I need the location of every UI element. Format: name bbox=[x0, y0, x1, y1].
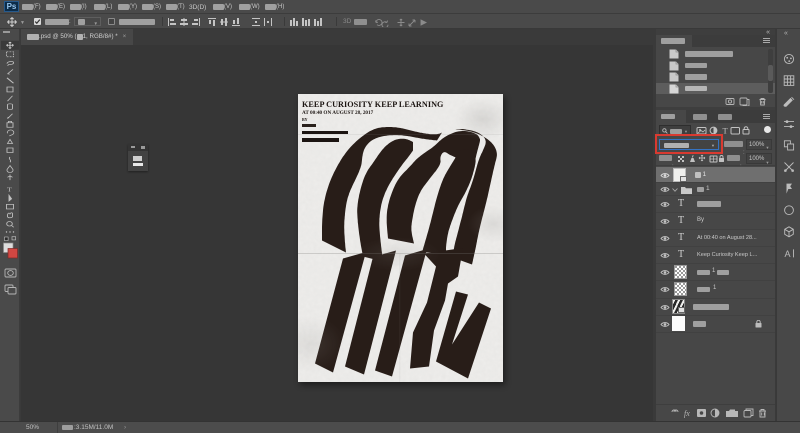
svg-text:T: T bbox=[723, 126, 729, 135]
svg-text:T: T bbox=[7, 186, 12, 193]
svg-text:fx: fx bbox=[684, 409, 690, 418]
svg-text:A: A bbox=[785, 249, 791, 259]
